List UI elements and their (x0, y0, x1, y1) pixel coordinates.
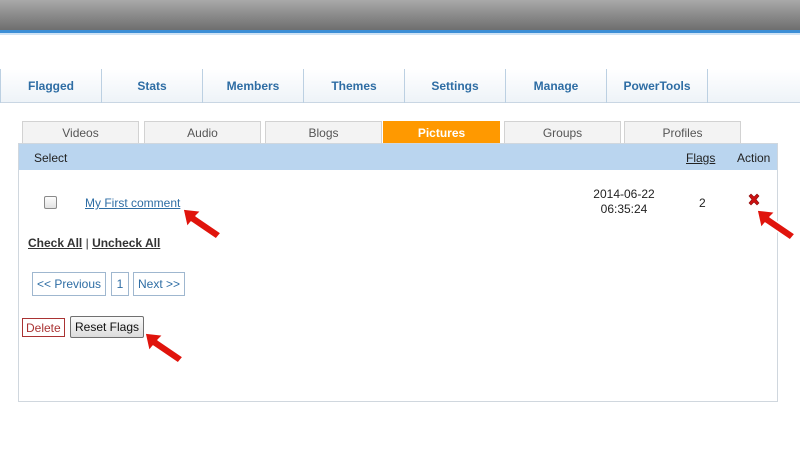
nav-tab-stats[interactable]: Stats (102, 69, 203, 103)
table-header: Select Flags Action (19, 144, 777, 170)
bulk-separator: | (85, 236, 89, 250)
next-page-button[interactable]: Next >> (133, 272, 185, 296)
tab-profiles[interactable]: Profiles (624, 121, 741, 143)
item-title-link[interactable]: My First comment (85, 196, 180, 210)
check-all-link[interactable]: Check All (28, 236, 82, 250)
reset-flags-button[interactable]: Reset Flags (70, 316, 145, 338)
tab-videos[interactable]: Videos (22, 121, 139, 143)
annotation-arrow-icon (756, 209, 796, 241)
tab-pictures[interactable]: Pictures (383, 121, 500, 143)
item-date-day: 2014-06-22 (593, 187, 655, 201)
delete-x-icon[interactable] (746, 192, 762, 208)
nav-tab-themes[interactable]: Themes (304, 69, 405, 103)
bulk-select-links: Check All | Uncheck All (28, 236, 160, 250)
column-header-action: Action (737, 151, 771, 165)
flagged-items-panel: Select Flags Action My First comment 201… (18, 143, 778, 402)
item-date-time: 06:35:24 (600, 202, 648, 216)
previous-page-button[interactable]: << Previous (32, 272, 106, 296)
uncheck-all-link[interactable]: Uncheck All (92, 236, 160, 250)
tab-groups[interactable]: Groups (504, 121, 621, 143)
nav-tab-powertools[interactable]: PowerTools (607, 69, 708, 103)
item-flag-count: 2 (699, 196, 706, 210)
top-bar-accent-line-light (0, 33, 800, 35)
tab-blogs[interactable]: Blogs (265, 121, 382, 143)
nav-tab-manage[interactable]: Manage (506, 69, 607, 103)
main-navigation: Flagged Stats Members Themes Settings Ma… (0, 69, 800, 103)
delete-button[interactable]: Delete (22, 318, 65, 337)
tab-audio[interactable]: Audio (144, 121, 261, 143)
nav-tab-flagged[interactable]: Flagged (0, 69, 102, 103)
row-select-checkbox[interactable] (44, 196, 57, 209)
nav-tab-members[interactable]: Members (203, 69, 304, 103)
top-bar (0, 0, 800, 30)
item-date: 2014-06-22 06:35:24 (579, 187, 669, 217)
nav-tab-settings[interactable]: Settings (405, 69, 506, 103)
annotation-arrow-icon (182, 208, 222, 240)
annotation-arrow-icon (144, 332, 184, 364)
column-header-select: Select (34, 151, 68, 165)
column-header-flags[interactable]: Flags (686, 151, 715, 165)
page-1-button[interactable]: 1 (111, 272, 129, 296)
